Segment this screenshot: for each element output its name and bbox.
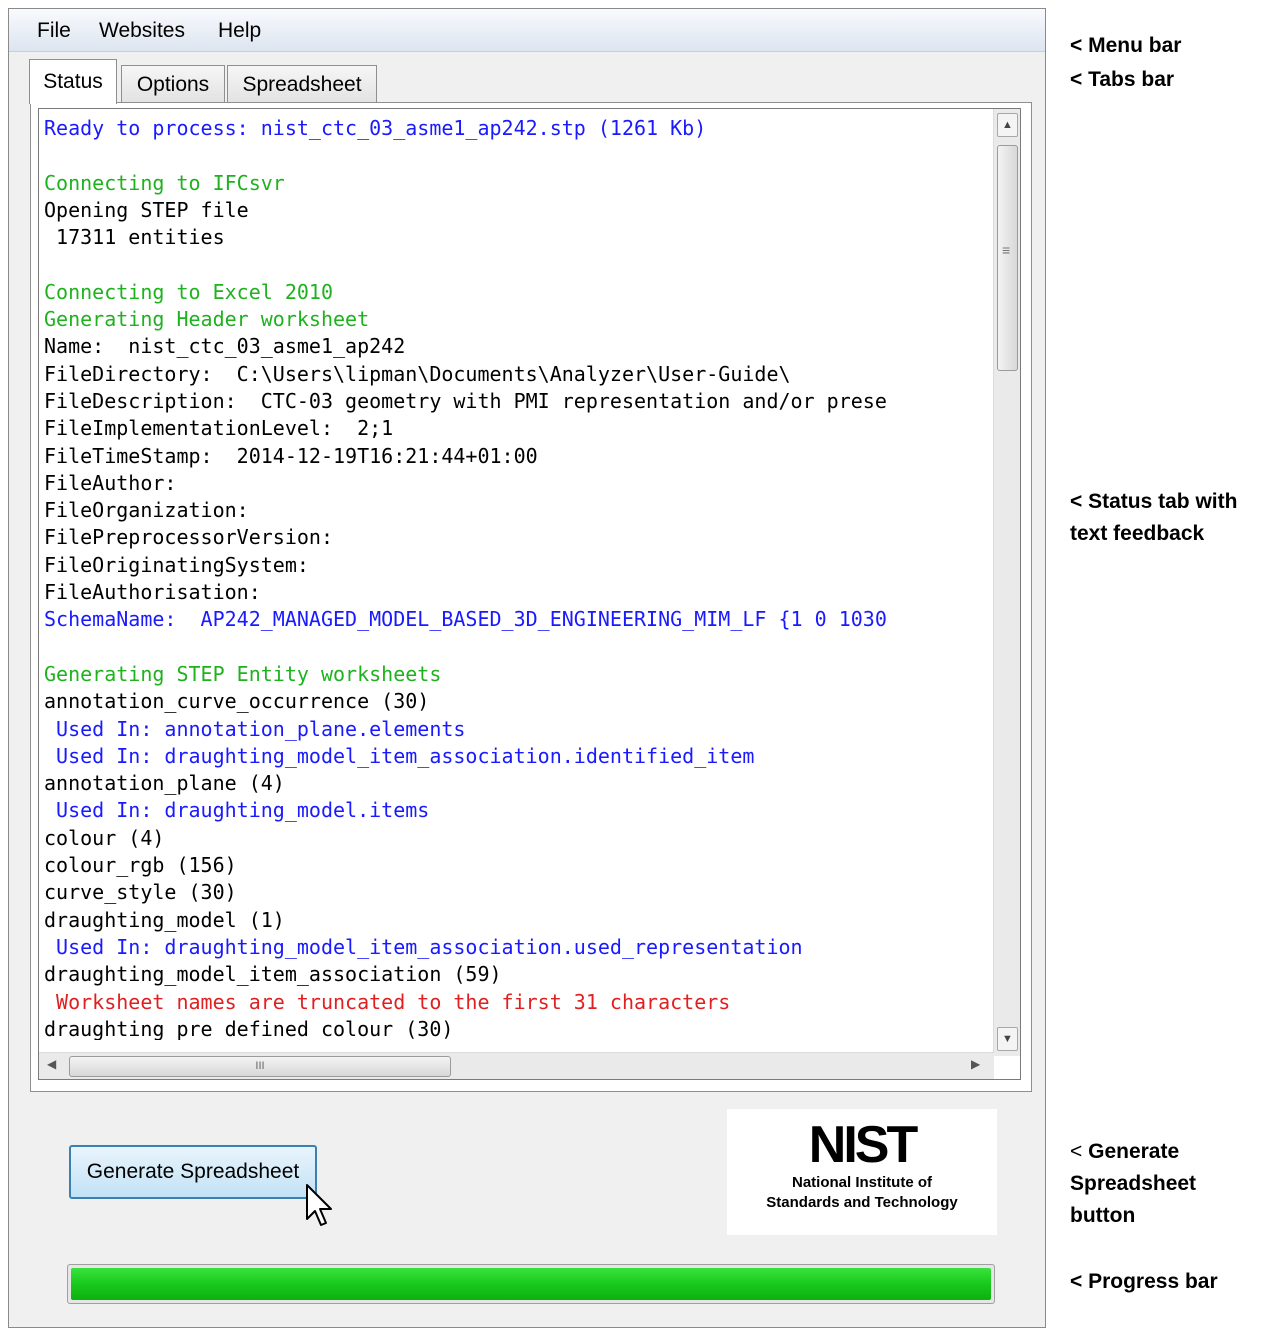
status-line: curve_style (30)	[44, 880, 237, 905]
tab-spreadsheet[interactable]: Spreadsheet	[227, 65, 377, 103]
status-line: 17311 entities	[44, 225, 225, 250]
status-line: FileAuthorisation:	[44, 580, 261, 605]
scroll-left-icon[interactable]: ◀	[47, 1057, 56, 1071]
status-line: SchemaName: AP242_MANAGED_MODEL_BASED_3D…	[44, 607, 887, 632]
status-line: FileOriginatingSystem:	[44, 552, 309, 577]
status-line: Name: nist_ctc_03_asme1_ap242	[44, 334, 406, 359]
annotation-status-tab: < Status tab with text feedback	[1070, 490, 1238, 545]
menu-help[interactable]: Help	[218, 19, 261, 43]
status-line: Opening STEP file	[44, 197, 249, 222]
progress-bar	[67, 1264, 995, 1304]
status-line: Used In: draughting_model_item_associati…	[44, 934, 803, 959]
status-line: FileImplementationLevel: 2;1	[44, 416, 394, 441]
status-line: Connecting to IFCsvr	[44, 170, 285, 195]
status-line: Used In: draughting_model.items	[44, 798, 430, 823]
annotation-generate-button: < Generate Spreadsheet button	[1070, 1140, 1197, 1227]
status-line: Used In: annotation_plane.elements	[44, 716, 466, 741]
vertical-scroll-thumb[interactable]: ≡	[997, 145, 1018, 371]
status-line: FilePreprocessorVersion:	[44, 525, 333, 550]
nist-logo-name: National Institute of Standards and Tech…	[766, 1174, 958, 1211]
grip-icon: ≡	[1002, 242, 1011, 258]
annotation-tabs-bar: < Tabs bar	[1070, 68, 1175, 91]
annotation-progress-bar: < Progress bar	[1070, 1270, 1218, 1293]
status-line: draughting_pre_defined_colour (30)	[44, 1016, 454, 1040]
status-line: draughting_model (1)	[44, 907, 285, 932]
tab-options[interactable]: Options	[121, 65, 225, 103]
status-line: FileOrganization:	[44, 498, 249, 523]
menu-bar: File Websites Help	[9, 9, 1045, 52]
status-line	[44, 142, 994, 169]
app-window: File Websites Help Status Options Spread…	[8, 8, 1046, 1328]
status-line: annotation_curve_occurrence (30)	[44, 689, 430, 714]
status-lines: Ready to process: nist_ctc_03_asme1_ap24…	[44, 115, 994, 1040]
progress-bar-fill	[71, 1268, 991, 1300]
status-line: FileDescription: CTC-03 geometry with PM…	[44, 388, 887, 413]
status-line	[44, 251, 994, 278]
status-line: colour (4)	[44, 825, 165, 850]
mouse-cursor-icon	[306, 1184, 332, 1226]
status-line: FileAuthor:	[44, 470, 177, 495]
status-line: FileDirectory: C:\Users\lipman\Documents…	[44, 361, 791, 386]
status-line: colour_rgb (156)	[44, 853, 237, 878]
scroll-down-icon[interactable]: ▼	[997, 1027, 1018, 1051]
status-panel: Ready to process: nist_ctc_03_asme1_ap24…	[30, 102, 1032, 1092]
status-line: Generating Header worksheet	[44, 307, 370, 332]
generate-spreadsheet-button[interactable]: Generate Spreadsheet	[69, 1145, 317, 1199]
menu-websites[interactable]: Websites	[99, 19, 185, 43]
scroll-up-icon[interactable]: ▲	[997, 113, 1018, 137]
status-line: annotation_plane (4)	[44, 771, 285, 796]
nist-logo: NIST National Institute of Standards and…	[727, 1109, 997, 1235]
status-line: Connecting to Excel 2010	[44, 279, 333, 304]
nist-logo-mark: NIST	[808, 1116, 918, 1174]
status-line: FileTimeStamp: 2014-12-19T16:21:44+01:00	[44, 443, 538, 468]
status-line: draughting_model_item_association (59)	[44, 962, 502, 987]
scroll-right-icon[interactable]: ▶	[971, 1057, 980, 1071]
horizontal-scrollbar[interactable]: ◀ III ▶	[39, 1052, 994, 1079]
tab-status[interactable]: Status	[29, 59, 117, 104]
status-line: Used In: draughting_model_item_associati…	[44, 743, 755, 768]
menu-file[interactable]: File	[37, 19, 71, 43]
annotation-menu-bar: < Menu bar	[1070, 34, 1182, 57]
status-line: Generating STEP Entity worksheets	[44, 661, 442, 686]
status-line: Worksheet names are truncated to the fir…	[44, 989, 731, 1014]
status-textbox[interactable]: Ready to process: nist_ctc_03_asme1_ap24…	[38, 108, 1021, 1080]
status-line: Ready to process: nist_ctc_03_asme1_ap24…	[44, 116, 707, 140]
status-line	[44, 634, 994, 661]
vertical-scrollbar[interactable]: ▲ ≡ ▼	[993, 109, 1020, 1056]
horizontal-scroll-thumb[interactable]: III	[69, 1056, 451, 1077]
